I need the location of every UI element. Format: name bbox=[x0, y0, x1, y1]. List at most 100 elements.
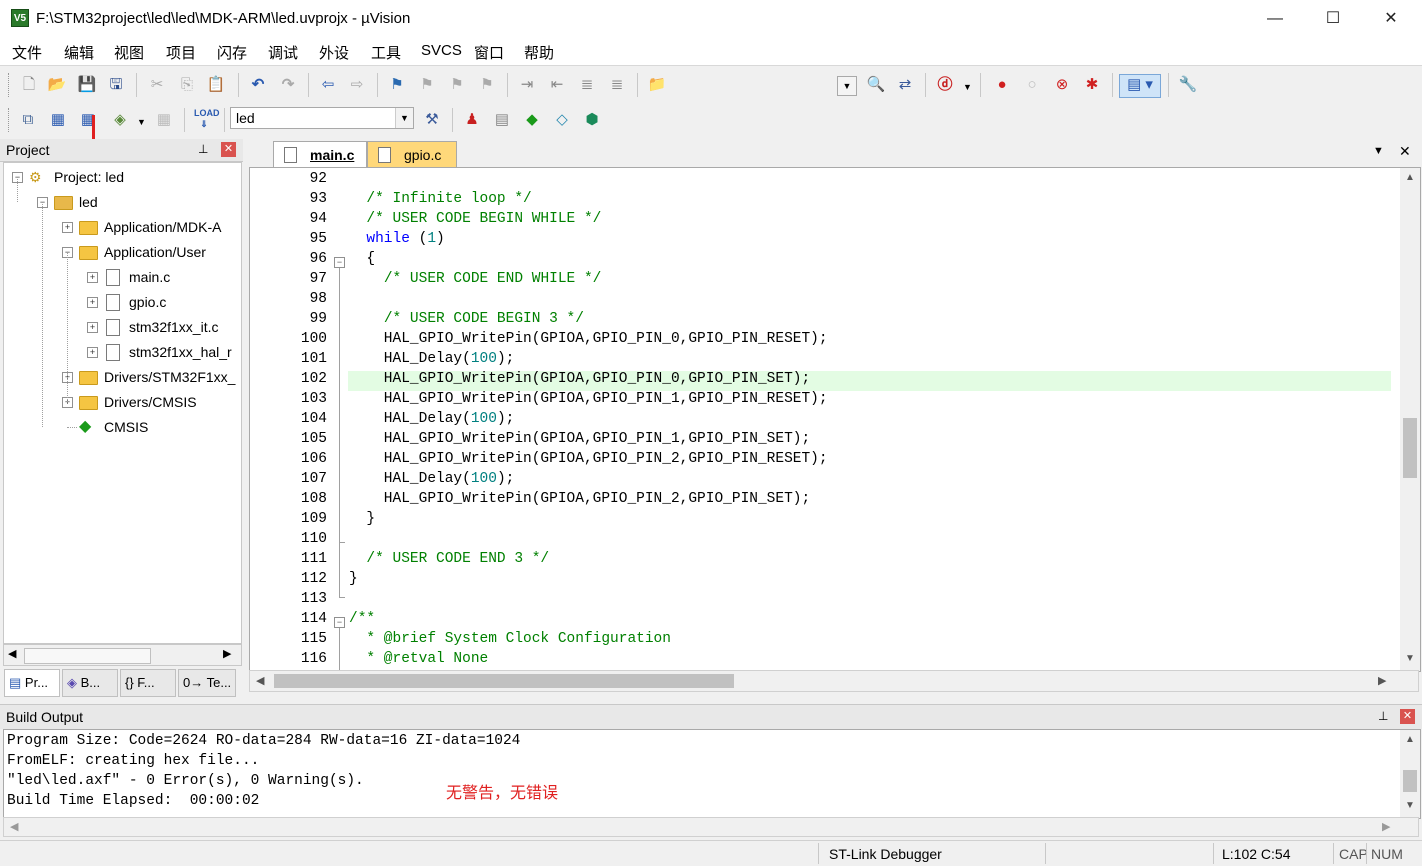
code-editor[interactable]: 92 93 94 95 96 97 98 99 100 101 102 103 104 105 106 107… bbox=[249, 167, 1421, 672]
select-packs-icon[interactable]: ▤ bbox=[492, 110, 512, 130]
unindent-icon[interactable]: ⇤ bbox=[547, 75, 567, 95]
code-line[interactable]: /** bbox=[349, 611, 375, 627]
expand-icon[interactable]: + bbox=[87, 297, 98, 308]
code-line[interactable]: } bbox=[349, 511, 375, 527]
tab-project[interactable]: ▤ Pr... bbox=[4, 669, 60, 697]
maximize-button[interactable]: ☐ bbox=[1304, 0, 1362, 38]
navigate-back-icon[interactable]: ⇦ bbox=[318, 75, 338, 95]
tab-list-dropdown[interactable]: ▼ bbox=[1373, 145, 1384, 157]
manage-run-time-environment-icon[interactable]: ◆ bbox=[522, 110, 542, 130]
menu-project[interactable]: 项目 bbox=[166, 42, 196, 63]
close-window-button[interactable]: ✕ bbox=[1362, 0, 1420, 38]
manage-project-items-icon[interactable]: ♟ bbox=[462, 110, 482, 130]
code-line[interactable]: * @brief System Clock Configuration bbox=[349, 631, 671, 647]
code-line[interactable]: HAL_GPIO_WritePin(GPIOA,GPIO_PIN_1,GPIO_… bbox=[349, 431, 810, 447]
menu-file[interactable]: 文件 bbox=[12, 42, 42, 63]
find-replace-icon[interactable]: ⇄ bbox=[895, 75, 915, 95]
kill-breakpoints-icon[interactable]: ✱ bbox=[1082, 75, 1102, 95]
menu-debug[interactable]: 调试 bbox=[268, 42, 298, 63]
tab-books[interactable]: ◈ B... bbox=[62, 669, 118, 697]
enable-breakpoint-icon[interactable]: ○ bbox=[1022, 75, 1042, 95]
menu-help[interactable]: 帮助 bbox=[524, 42, 554, 63]
build-icon[interactable]: ▦ bbox=[48, 110, 68, 130]
code-line[interactable]: { bbox=[349, 251, 375, 267]
configure-window-icon[interactable]: ▤ ▾ bbox=[1119, 74, 1161, 98]
tree-item-drivers-stm32f1xx[interactable]: + Drivers/STM32F1xx_ bbox=[4, 366, 241, 388]
code-line[interactable]: HAL_GPIO_WritePin(GPIOA,GPIO_PIN_0,GPIO_… bbox=[349, 331, 828, 347]
scroll-down-icon[interactable]: ▼ bbox=[1405, 800, 1415, 811]
menu-svcs[interactable]: SVCS bbox=[421, 42, 462, 59]
code-line[interactable]: HAL_GPIO_WritePin(GPIOA,GPIO_PIN_0,GPIO_… bbox=[349, 371, 810, 387]
save-icon[interactable]: 💾 bbox=[77, 75, 97, 95]
tab-main-c[interactable]: main.c bbox=[273, 141, 367, 168]
editor-hscrollbar[interactable]: ◀ ▶ bbox=[249, 670, 1419, 692]
target-options-icon[interactable]: ⚒ bbox=[422, 110, 442, 130]
code-line[interactable]: while (1) bbox=[349, 231, 444, 247]
code-line[interactable]: HAL_GPIO_WritePin(GPIOA,GPIO_PIN_2,GPIO_… bbox=[349, 491, 810, 507]
close-build-output-button[interactable]: ✕ bbox=[1400, 709, 1415, 724]
redo-icon[interactable]: ↷ bbox=[278, 75, 298, 95]
chevron-down-icon[interactable]: ▼ bbox=[395, 108, 413, 128]
code-line[interactable]: HAL_GPIO_WritePin(GPIOA,GPIO_PIN_2,GPIO_… bbox=[349, 451, 828, 467]
tree-item-cmsis[interactable]: ◆ CMSIS bbox=[4, 416, 241, 438]
pack-installer-icon[interactable]: ◇ bbox=[552, 110, 572, 130]
cut-icon[interactable]: ✂ bbox=[147, 75, 167, 95]
scroll-right-icon[interactable]: ▶ bbox=[1382, 820, 1390, 833]
code-line[interactable]: /* USER CODE END 3 */ bbox=[349, 551, 549, 567]
scroll-thumb[interactable] bbox=[274, 674, 734, 688]
tree-item-application-user[interactable]: − Application/User bbox=[4, 241, 241, 263]
scroll-up-icon[interactable]: ▲ bbox=[1405, 172, 1415, 183]
toolbar-grip[interactable] bbox=[8, 73, 12, 97]
code-line[interactable]: HAL_Delay(100); bbox=[349, 471, 515, 487]
build-output-hscrollbar[interactable]: ◀ ▶ bbox=[3, 817, 1419, 837]
scroll-up-icon[interactable]: ▲ bbox=[1405, 734, 1415, 745]
incremental-find-icon[interactable]: 🔍 bbox=[866, 75, 886, 95]
code-line[interactable]: HAL_Delay(100); bbox=[349, 411, 515, 427]
tree-item-stm32f1xx-hal-r[interactable]: + stm32f1xx_hal_r bbox=[4, 341, 241, 363]
expand-icon[interactable]: + bbox=[87, 322, 98, 333]
code-line[interactable]: HAL_Delay(100); bbox=[349, 351, 515, 367]
pin-icon[interactable]: ⊥ bbox=[198, 142, 208, 156]
pin-icon[interactable]: ⊥ bbox=[1378, 709, 1388, 723]
navigate-forward-icon[interactable]: ⇨ bbox=[347, 75, 367, 95]
project-tree-hscrollbar[interactable]: ◀ ▶ bbox=[3, 644, 242, 666]
scroll-thumb[interactable] bbox=[1403, 770, 1417, 792]
scroll-left-icon[interactable]: ◀ bbox=[10, 820, 18, 833]
menu-edit[interactable]: 编辑 bbox=[64, 42, 94, 63]
close-panel-button[interactable]: ✕ bbox=[221, 142, 236, 157]
debug-session-icon[interactable]: ⓓ bbox=[935, 75, 955, 95]
insert-breakpoint-icon[interactable]: ● bbox=[992, 75, 1012, 95]
chevron-down-icon[interactable]: ▼ bbox=[137, 117, 146, 127]
disable-breakpoints-icon[interactable]: ⊗ bbox=[1052, 75, 1072, 95]
scroll-left-icon[interactable]: ◀ bbox=[256, 674, 264, 687]
fold-collapse-icon[interactable]: − bbox=[334, 257, 345, 268]
batch-build-icon[interactable]: ◈ bbox=[110, 110, 130, 130]
expand-icon[interactable]: + bbox=[87, 347, 98, 358]
comment-icon[interactable]: ≣ bbox=[577, 75, 597, 95]
copy-icon[interactable]: ⎘ bbox=[177, 75, 197, 95]
code-line[interactable]: /* USER CODE END WHILE */ bbox=[349, 271, 602, 287]
indent-icon[interactable]: ⇥ bbox=[517, 75, 537, 95]
tab-templates[interactable]: 0→ Te... bbox=[178, 669, 236, 697]
undo-icon[interactable]: ↶ bbox=[248, 75, 268, 95]
event-recorder-icon[interactable]: ⬢ bbox=[582, 110, 602, 130]
scroll-left-icon[interactable]: ◀ bbox=[8, 647, 16, 660]
open-file-icon[interactable]: 📂 bbox=[47, 75, 67, 95]
menu-window[interactable]: 窗口 bbox=[474, 42, 504, 63]
scroll-right-icon[interactable]: ▶ bbox=[1378, 674, 1386, 687]
bookmark-insert-icon[interactable]: ⚑ bbox=[387, 75, 407, 95]
tree-item-main-c[interactable]: + main.c bbox=[4, 266, 241, 288]
chevron-down-icon[interactable]: ▼ bbox=[963, 82, 972, 92]
scroll-right-icon[interactable]: ▶ bbox=[223, 647, 231, 660]
close-editor-button[interactable]: ✕ bbox=[1399, 143, 1411, 160]
menu-peripherals[interactable]: 外设 bbox=[319, 42, 349, 63]
menu-flash[interactable]: 闪存 bbox=[217, 42, 247, 63]
code-line[interactable]: /* USER CODE BEGIN 3 */ bbox=[349, 311, 584, 327]
tab-gpio-c[interactable]: gpio.c bbox=[367, 141, 457, 168]
editor-vscrollbar[interactable]: ▲ ▼ bbox=[1400, 168, 1420, 671]
scroll-thumb[interactable] bbox=[24, 648, 151, 664]
save-all-icon[interactable]: 🖫 bbox=[106, 75, 126, 95]
tree-item-led[interactable]: − led bbox=[4, 191, 241, 213]
minimize-button[interactable]: — bbox=[1246, 0, 1304, 38]
bookmark-clear-icon[interactable]: ⚑ bbox=[477, 75, 497, 95]
